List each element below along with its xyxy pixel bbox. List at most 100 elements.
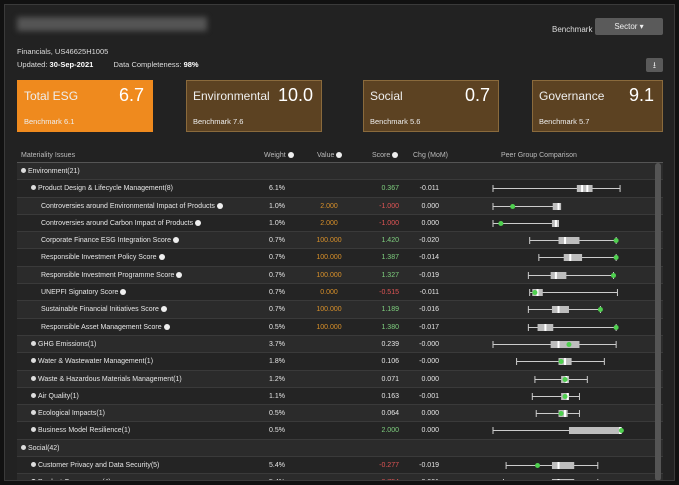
- issue-label: Corporate Finance ESG Integration Score: [41, 237, 171, 245]
- info-icon[interactable]: [176, 271, 183, 278]
- card-title: Governance: [539, 89, 605, 103]
- benchmark-select[interactable]: Sector ▾: [595, 18, 663, 35]
- table-row[interactable]: Business Model Resilience(1) 0.5% 2.000 0.0…: [17, 422, 663, 440]
- info-icon[interactable]: [160, 306, 167, 313]
- peer-median: [586, 185, 589, 193]
- peer-group-chart: [529, 289, 618, 297]
- peer-median: [544, 323, 547, 331]
- company-marker: [611, 272, 617, 278]
- company-marker: [613, 255, 619, 261]
- chg-cell: -0.019: [419, 462, 439, 470]
- total-esg-card[interactable]: Total ESG 6.7 Benchmark 6.1: [17, 80, 153, 132]
- peer-group-chart: [538, 254, 619, 262]
- info-icon[interactable]: [216, 202, 223, 209]
- info-icon[interactable]: [172, 237, 179, 244]
- header-issues[interactable]: Materiality Issues: [21, 152, 75, 159]
- company-marker: [562, 376, 568, 382]
- table-row[interactable]: Ecological Impacts(1) 0.5% 0.064 0.000: [17, 405, 663, 423]
- table-row[interactable]: GHG Emissions(1) 3.7% 0.239 -0.000: [17, 335, 663, 354]
- table-row[interactable]: Social(42): [17, 439, 663, 458]
- social-card[interactable]: Social 0.7 Benchmark 5.6: [363, 80, 499, 132]
- peer-group-chart: [492, 340, 617, 348]
- peer-median: [557, 306, 560, 314]
- expand-icon[interactable]: [31, 479, 36, 480]
- weight-cell: 1.0%: [269, 219, 285, 227]
- header-chg[interactable]: Chg (MoM): [413, 152, 448, 159]
- score-cell: 0.071: [381, 375, 399, 383]
- expand-icon[interactable]: [31, 185, 36, 191]
- expand-icon[interactable]: [31, 340, 36, 346]
- chg-cell: -0.014: [419, 254, 439, 262]
- info-icon[interactable]: [158, 254, 165, 261]
- header-value[interactable]: Value: [317, 152, 343, 159]
- issue-label: Water & Wastewater Management(1): [38, 358, 154, 366]
- weight-cell: 0.5%: [269, 427, 285, 435]
- materiality-table: Materiality Issues Weight Value Score Ch…: [17, 149, 663, 480]
- table-header: Materiality Issues Weight Value Score Ch…: [17, 149, 663, 163]
- issue-cell: Controversies around Environmental Impac…: [41, 202, 223, 211]
- chg-cell: 0.000: [421, 219, 439, 227]
- table-row[interactable]: Waste & Hazardous Materials Management(1…: [17, 370, 663, 388]
- peer-median: [557, 340, 560, 348]
- peer-group-chart: [529, 237, 619, 245]
- table-row[interactable]: Product Design & Lifecycle Management(8)…: [17, 180, 663, 198]
- download-button[interactable]: ⭳: [646, 58, 663, 72]
- expand-icon[interactable]: [31, 410, 36, 416]
- issue-cell: Air Quality(1): [31, 392, 79, 401]
- issue-label: Environment(21): [28, 168, 80, 175]
- weight-cell: 0.7%: [269, 271, 285, 279]
- table-row[interactable]: Customer Privacy and Data Security(5) 5.4…: [17, 457, 663, 475]
- table-row[interactable]: Controversies around Environmental Impac…: [17, 197, 663, 215]
- expand-icon[interactable]: [21, 168, 26, 173]
- peer-group-chart: [516, 358, 605, 366]
- governance-card[interactable]: Governance 9.1 Benchmark 5.7: [532, 80, 663, 132]
- header-peer: Peer Group Comparison: [501, 152, 577, 159]
- weight-cell: 1.1%: [269, 392, 285, 400]
- environmental-card[interactable]: Environmental 10.0 Benchmark 7.6: [186, 80, 322, 132]
- expand-icon[interactable]: [31, 392, 36, 398]
- table-row[interactable]: Controversies around Carbon Impact of Pr…: [17, 214, 663, 233]
- expand-icon[interactable]: [31, 375, 36, 381]
- table-row[interactable]: Responsible Asset Management Score 0.5% 10…: [17, 318, 663, 336]
- card-title: Environmental: [193, 89, 270, 103]
- info-icon[interactable]: [163, 323, 170, 330]
- info-icon[interactable]: [120, 289, 127, 296]
- info-icon[interactable]: [195, 219, 202, 226]
- expand-icon[interactable]: [31, 427, 36, 433]
- header-score[interactable]: Score: [372, 152, 399, 159]
- card-benchmark: Benchmark 5.6: [370, 117, 421, 126]
- table-row[interactable]: Corporate Finance ESG Integration Score 0…: [17, 232, 663, 250]
- update-info: Updated: 30-Sep-2021 Data Completeness: …: [17, 60, 199, 69]
- table-row[interactable]: UNEPFI Signatory Score 0.7% 0.000 -0.515 -0.…: [17, 284, 663, 302]
- table-row[interactable]: Air Quality(1) 1.1% 0.163 -0.001: [17, 387, 663, 406]
- table-row[interactable]: Sustainable Financial Initiatives Score 0…: [17, 301, 663, 319]
- benchmark-select-value: Sector: [614, 22, 638, 31]
- table-row[interactable]: Product Governance(4) 5.4% -0.754 0.001: [17, 474, 663, 480]
- peer-box: [551, 462, 575, 470]
- company-identifier: Financials, US46625H1005: [17, 47, 109, 56]
- chg-cell: -0.000: [419, 358, 439, 366]
- company-marker: [597, 307, 603, 313]
- table-row[interactable]: Responsible Investment Policy Score 0.7% 1…: [17, 249, 663, 267]
- table-row[interactable]: Responsible Investment Programme Score 0.…: [17, 266, 663, 285]
- card-title: Total ESG: [24, 89, 79, 103]
- company-marker: [510, 203, 516, 209]
- peer-median: [564, 237, 567, 245]
- score-cell: -0.754: [369, 479, 399, 480]
- score-cell: 2.000: [381, 427, 399, 435]
- expand-icon[interactable]: [21, 444, 26, 450]
- table-row[interactable]: Water & Wastewater Management(1) 1.8% 0.10…: [17, 353, 663, 371]
- issue-label: Product Governance(4): [38, 479, 111, 480]
- expand-icon[interactable]: [31, 358, 36, 364]
- scrollbar[interactable]: [655, 163, 661, 480]
- weight-cell: 3.7%: [269, 340, 285, 348]
- table-row[interactable]: Environment(21): [17, 163, 663, 181]
- expand-icon[interactable]: [31, 462, 36, 468]
- peer-box: [550, 340, 580, 348]
- value-cell: 100.000: [316, 254, 342, 262]
- weight-cell: 6.1%: [269, 185, 285, 193]
- header-weight[interactable]: Weight: [264, 152, 294, 159]
- benchmark-label: Benchmark: [552, 25, 593, 34]
- updated-value: 30-Sep-2021: [49, 60, 94, 69]
- issue-label: UNEPFI Signatory Score: [41, 289, 119, 297]
